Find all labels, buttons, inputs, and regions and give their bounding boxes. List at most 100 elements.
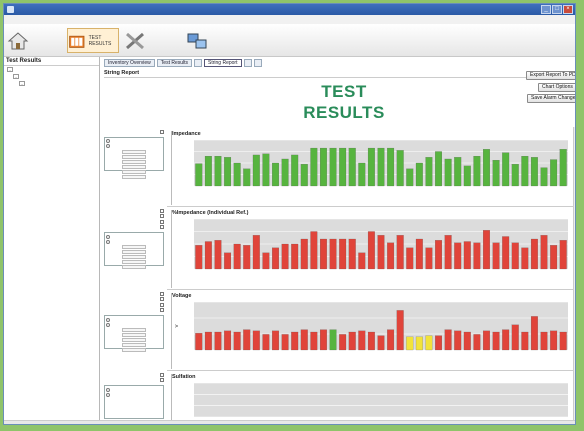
tab-1[interactable]: Test Results [156,59,193,67]
tree-expander[interactable]: - [13,74,19,79]
impedance-chart: Impedance [171,131,573,205]
tree-node[interactable]: - [4,73,99,80]
reference-option[interactable] [106,144,162,149]
radio-button[interactable] [106,239,110,244]
threshold-field[interactable] [122,333,146,337]
bar [454,330,462,351]
overlay-title-line-2: RESULTS [303,103,385,122]
bar [425,157,433,187]
bar [224,157,232,187]
vertical-scrollbar[interactable] [573,127,575,422]
home-button[interactable] [7,28,45,53]
bar [281,243,289,270]
display-option-checkbox[interactable] [160,219,164,224]
chart-options-button[interactable]: Chart Options [538,83,575,92]
bar [367,231,375,270]
threshold-field[interactable] [122,343,146,347]
network-icon [187,33,207,48]
threshold-field[interactable] [122,174,146,179]
radio-button[interactable] [106,387,110,392]
tab-5[interactable] [253,59,262,67]
tree-node[interactable]: - [4,80,99,87]
chart-title: %Impedance (Individual Ref.) [172,210,249,216]
reference-option[interactable] [106,392,162,397]
threshold-field[interactable] [122,164,146,169]
bar [272,330,279,351]
configurations-button[interactable] [124,28,182,53]
threshold-field[interactable] [122,250,146,254]
bar [454,157,462,187]
bar [195,245,203,270]
reference-option[interactable] [106,322,162,327]
bar [559,149,567,187]
info-row [104,108,294,117]
threshold-field[interactable] [122,348,146,352]
threshold-field[interactable] [122,169,146,174]
bar [473,242,481,270]
tab-4[interactable] [243,59,252,67]
display-option-checkbox[interactable] [160,378,164,383]
save-alarm-changes-button[interactable]: Save Alarm Changes [527,94,575,103]
pct-impedance-chart: %Impedance (Individual Ref.) [171,210,573,288]
threshold-field[interactable] [122,159,146,164]
tree-node[interactable] [4,101,99,108]
bar [406,168,414,187]
display-option-checkbox[interactable] [160,297,164,302]
radio-button[interactable] [106,234,110,239]
bar [233,243,241,270]
display-option-checkbox[interactable] [160,372,164,377]
tab-3[interactable]: String Report [204,59,242,67]
threshold-field[interactable] [122,255,146,259]
radio-button[interactable] [106,322,110,327]
bar [339,238,347,270]
tree-expander[interactable]: - [7,67,13,72]
tree-expander[interactable]: - [19,81,25,86]
reference-option[interactable] [106,239,162,244]
bar [214,331,222,351]
radio-button[interactable] [106,139,110,143]
threshold-field[interactable] [122,154,146,159]
display-option-checkbox[interactable] [160,129,164,134]
bar [540,235,548,270]
bar [377,235,385,270]
threshold-field[interactable] [122,328,146,332]
overlay-title: TEST RESULTS [279,81,409,123]
maximize-button[interactable]: □ [552,5,562,14]
display-option [104,129,164,135]
threshold-field[interactable] [122,260,146,264]
display-option-checkbox[interactable] [160,225,164,230]
tab-0[interactable]: Inventory Overview [104,59,155,67]
display-option-checkbox[interactable] [160,302,164,307]
tree-node[interactable] [4,87,99,94]
ecs-communication-button[interactable] [186,28,256,53]
display-option-checkbox[interactable] [160,208,164,213]
bar [358,330,366,351]
display-option-checkbox[interactable] [160,214,164,219]
radio-button[interactable] [106,144,110,148]
tree-node[interactable]: - [4,66,99,73]
export-pdf-button[interactable]: Export Report To PDF [526,71,575,80]
close-button[interactable]: × [563,5,573,14]
display-option-checkbox[interactable] [160,291,164,296]
bar [511,242,519,270]
threshold-field[interactable] [122,245,146,249]
bar [320,329,327,351]
bar [377,147,385,187]
tab-2[interactable] [194,59,203,67]
display-option-checkbox[interactable] [160,308,164,313]
test-results-button[interactable]: TEST RESULTS [67,28,119,53]
radio-button[interactable] [106,317,110,322]
bar [463,331,471,351]
string-report-view: Inventory Overview Test Results String Rep… [101,57,575,424]
tree-node[interactable] [4,108,99,115]
radio-button[interactable] [106,392,110,397]
threshold-field[interactable] [122,338,146,342]
tree-node[interactable] [4,94,99,101]
bar [358,162,366,187]
minimize-button[interactable]: _ [541,5,551,14]
threshold-field[interactable] [122,265,146,269]
info-row [104,90,294,99]
bar [329,329,337,351]
threshold-field[interactable] [122,149,146,154]
bar [320,147,327,187]
